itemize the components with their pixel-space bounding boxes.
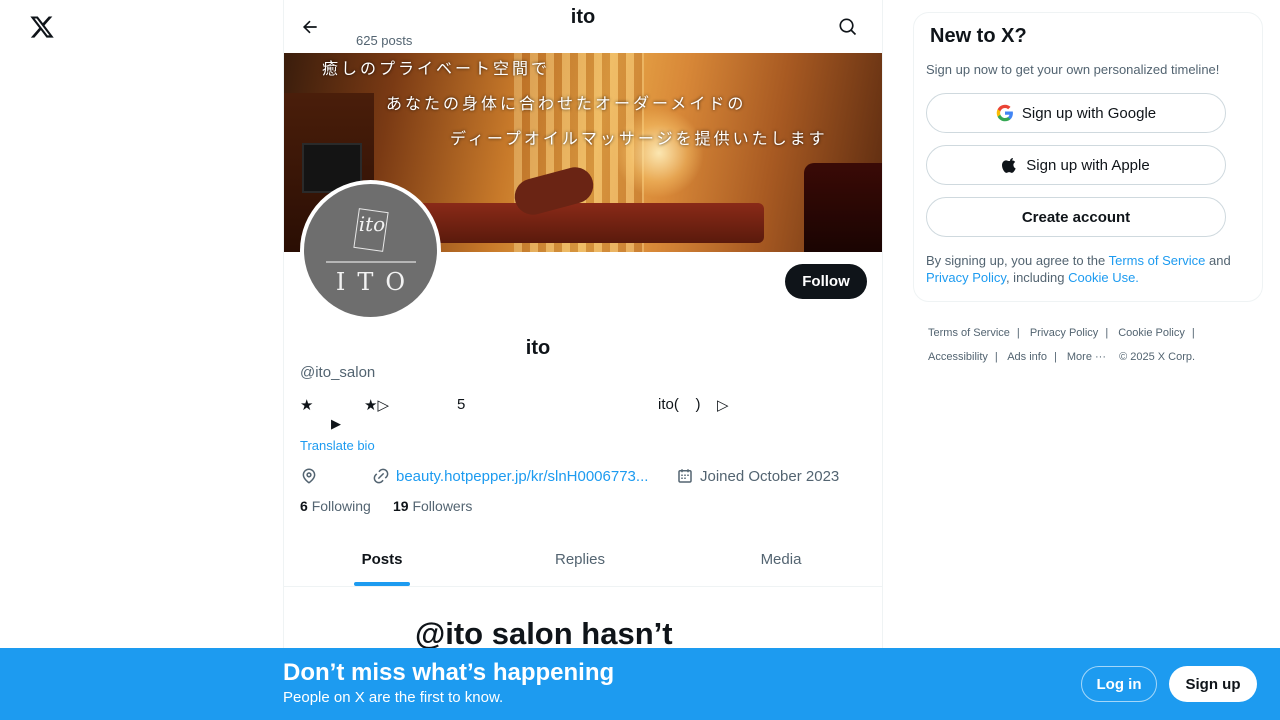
avatar-text: ITO <box>335 268 418 296</box>
signup-card-subtitle: Sign up now to get your own personalized… <box>926 62 1220 77</box>
banner-text-line3: ディープオイルマッサージを提供いたします <box>450 129 828 148</box>
terms-including: , including <box>1005 270 1069 285</box>
footer-ads-link[interactable]: Ads info <box>1007 351 1047 363</box>
joined-item: Joined October 2023 <box>676 466 839 486</box>
tab-replies[interactable]: Replies <box>480 533 680 586</box>
x-logo-icon[interactable] <box>29 14 55 40</box>
display-name: ito <box>525 337 551 359</box>
create-account-button[interactable]: Create account <box>926 197 1226 237</box>
signup-card-title: New to X? <box>930 25 1027 47</box>
tab-media[interactable]: Media <box>680 533 882 586</box>
signup-apple-button[interactable]: Sign up with Apple <box>926 145 1226 185</box>
bottom-signup-bar: Don’t miss what’s happening People on X … <box>0 648 1280 720</box>
bio-segment: ito( ) <box>658 396 701 413</box>
active-tab-indicator <box>354 582 410 586</box>
translate-bio-link[interactable]: Translate bio <box>300 438 375 453</box>
footer-separator: | <box>1105 327 1109 339</box>
followers-link[interactable]: 19 Followers <box>393 498 472 514</box>
bottom-bar-title: Don’t miss what’s happening <box>283 659 615 686</box>
follow-button[interactable]: Follow <box>785 264 867 299</box>
avatar-divider <box>326 261 416 263</box>
profile-tabs: Posts Replies Media <box>284 533 882 587</box>
footer-cookie-link[interactable]: Cookie Policy <box>1118 327 1185 339</box>
location-icon <box>302 468 316 484</box>
cookie-use-link[interactable]: Cookie Use. <box>1068 270 1139 285</box>
footer-terms-link[interactable]: Terms of Service <box>928 327 1010 339</box>
tab-posts[interactable]: Posts <box>284 533 480 586</box>
bio-segment: ★ <box>300 397 314 414</box>
bottom-bar-subtitle: People on X are the first to know. <box>283 689 504 706</box>
followers-count: 19 <box>393 498 409 514</box>
search-button[interactable] <box>834 13 862 41</box>
footer-links: Terms of Service | Privacy Policy | Cookie… <box>928 321 1268 369</box>
footer-separator: | <box>1053 351 1057 363</box>
link-icon <box>373 468 389 484</box>
google-icon <box>996 104 1013 122</box>
user-handle: @ito_salon <box>300 364 376 381</box>
login-button[interactable]: Log in <box>1081 666 1157 702</box>
terms-and: and <box>1205 253 1231 268</box>
calendar-icon <box>678 469 692 483</box>
apple-icon <box>1002 157 1016 173</box>
footer-more-link[interactable]: More ··· <box>1067 351 1106 363</box>
empty-state-title: @ito salon hasn’t <box>415 616 673 651</box>
bio-segment: 5 <box>457 396 466 413</box>
signup-google-label: Sign up with Google <box>1021 104 1157 122</box>
following-label: Following <box>311 498 371 514</box>
signup-terms: By signing up, you agree to the Terms of… <box>926 252 1252 286</box>
search-icon <box>839 18 857 36</box>
website-item[interactable]: beauty.hotpepper.jp/kr/slnH0006773... <box>372 466 648 486</box>
following-count: 6 <box>300 498 308 514</box>
footer-separator: | <box>1191 327 1195 339</box>
terms-of-service-link[interactable]: Terms of Service <box>1109 253 1206 268</box>
signup-button[interactable]: Sign up <box>1169 666 1257 702</box>
bio-line2: ▶ <box>331 416 341 431</box>
banner-lamp <box>614 108 704 198</box>
avatar-image: ito ITO <box>304 184 437 317</box>
footer-accessibility-link[interactable]: Accessibility <box>928 351 988 363</box>
banner-text-line1: 癒しのプライベート空間で <box>322 59 551 78</box>
footer-separator: | <box>1016 327 1020 339</box>
avatar-scribble: ito <box>358 212 386 236</box>
profile-header: ito 625 posts <box>284 0 882 53</box>
post-count: 625 posts <box>356 33 413 48</box>
signup-card: New to X? Sign up now to get your own pe… <box>913 12 1263 302</box>
terms-prefix: By signing up, you agree to the <box>926 253 1109 268</box>
followers-label: Followers <box>412 498 473 514</box>
following-link[interactable]: 6 Following <box>300 498 371 514</box>
banner-chair <box>804 163 882 252</box>
profile-avatar[interactable]: ito ITO <box>300 180 441 321</box>
location-item <box>300 466 318 486</box>
banner-bed <box>404 203 764 243</box>
signup-google-button[interactable]: Sign up with Google <box>926 93 1226 133</box>
footer-privacy-link[interactable]: Privacy Policy <box>1030 327 1098 339</box>
website-link[interactable]: beauty.hotpepper.jp/kr/slnH0006773... <box>396 468 648 485</box>
footer-copyright: © 2025 X Corp. <box>1119 351 1196 363</box>
profile-column: ito 625 posts 癒しのプライベート空間で あなたの身体に合わせたオー… <box>283 0 883 720</box>
banner-text-line2: あなたの身体に合わせたオーダーメイドの <box>386 94 747 113</box>
bio-segment: ★▷ <box>364 397 389 414</box>
signup-apple-label: Sign up with Apple <box>1026 156 1150 174</box>
footer-separator: | <box>994 351 998 363</box>
page-title: ito <box>570 6 596 28</box>
privacy-policy-link[interactable]: Privacy Policy <box>926 270 1006 285</box>
joined-date: Joined October 2023 <box>700 467 840 485</box>
bio-segment: ▷ <box>717 397 729 414</box>
